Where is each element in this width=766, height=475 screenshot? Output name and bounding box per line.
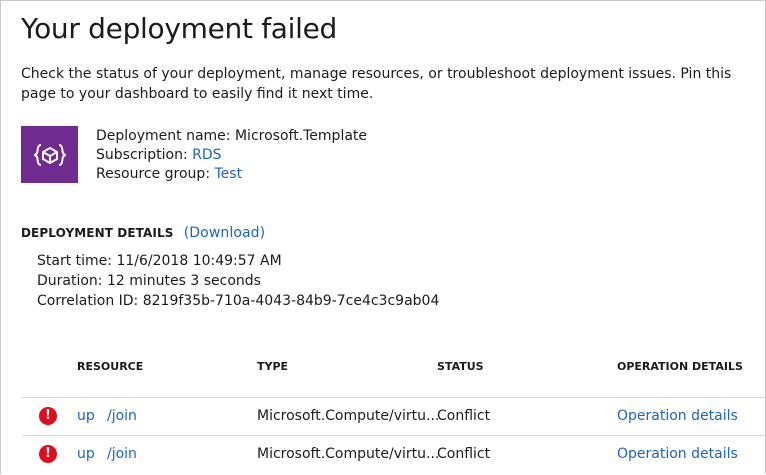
deployment-name-label: Deployment name: — [96, 128, 231, 144]
download-link[interactable]: (Download) — [184, 225, 266, 241]
operation-details-link[interactable]: Operation details — [617, 408, 738, 424]
resource-type: Microsoft.Compute/virtu... — [257, 446, 440, 462]
column-header-type[interactable]: TYPE — [257, 360, 288, 373]
column-header-status[interactable]: STATUS — [437, 360, 484, 373]
correlation-id-label: Correlation ID: — [37, 293, 139, 309]
start-time-row: Start time: 11/6/2018 10:49:57 AM — [37, 251, 439, 271]
correlation-id-value: 8219f35b-710a-4043-84b9-7ce4c3c9ab04 — [142, 293, 440, 309]
page-title: Your deployment failed — [21, 12, 338, 45]
intro-text: Check the status of your deployment, man… — [21, 66, 732, 102]
resource-name-link[interactable]: up — [77, 408, 95, 424]
resource-group-label: Resource group: — [96, 166, 211, 182]
column-header-resource[interactable]: RESOURCE — [77, 360, 143, 373]
deployment-name-value: Microsoft.Template — [234, 128, 368, 144]
duration-label: Duration: — [37, 273, 103, 289]
subscription-link[interactable]: RDS — [192, 147, 221, 163]
deployment-details-title: DEPLOYMENT DETAILS — [21, 226, 174, 240]
template-braces-icon — [21, 126, 78, 183]
resource-status: Conflict — [437, 408, 491, 424]
column-header-operation-details[interactable]: OPERATION DETAILS — [617, 360, 743, 373]
deployment-details-heading: DEPLOYMENT DETAILS (Download) — [21, 225, 265, 241]
resource-name-link[interactable]: up — [77, 446, 95, 462]
correlation-id-row: Correlation ID: 8219f35b-710a-4043-84b9-… — [37, 291, 439, 311]
operation-details-link[interactable]: Operation details — [617, 446, 738, 462]
resource-group-link[interactable]: Test — [214, 166, 242, 182]
error-icon: ! — [39, 407, 57, 425]
resource-status: Conflict — [437, 446, 491, 462]
start-time-label: Start time: — [37, 253, 112, 269]
table-row: ! up /join Microsoft.Compute/virtu... Co… — [22, 435, 766, 474]
deployment-name-row: Deployment name: Microsoft.Template — [96, 127, 367, 146]
subscription-row: Subscription: RDS — [96, 146, 367, 165]
resource-name-link-suffix[interactable]: /join — [107, 408, 137, 424]
resource-group-row: Resource group: Test — [96, 165, 367, 184]
subscription-label: Subscription: — [96, 147, 188, 163]
error-icon: ! — [39, 445, 57, 463]
duration-value: 12 minutes 3 seconds — [106, 273, 261, 289]
resource-name-link-suffix[interactable]: /join — [107, 446, 137, 462]
deployment-meta: Deployment name: Microsoft.Template Subs… — [96, 127, 367, 184]
resource-type: Microsoft.Compute/virtu... — [257, 408, 440, 424]
deployment-details: Start time: 11/6/2018 10:49:57 AM Durati… — [37, 251, 439, 311]
table-row: ! up /join Microsoft.Compute/virtu... Co… — [22, 397, 766, 436]
duration-row: Duration: 12 minutes 3 seconds — [37, 271, 439, 291]
start-time-value: 11/6/2018 10:49:57 AM — [116, 253, 282, 269]
